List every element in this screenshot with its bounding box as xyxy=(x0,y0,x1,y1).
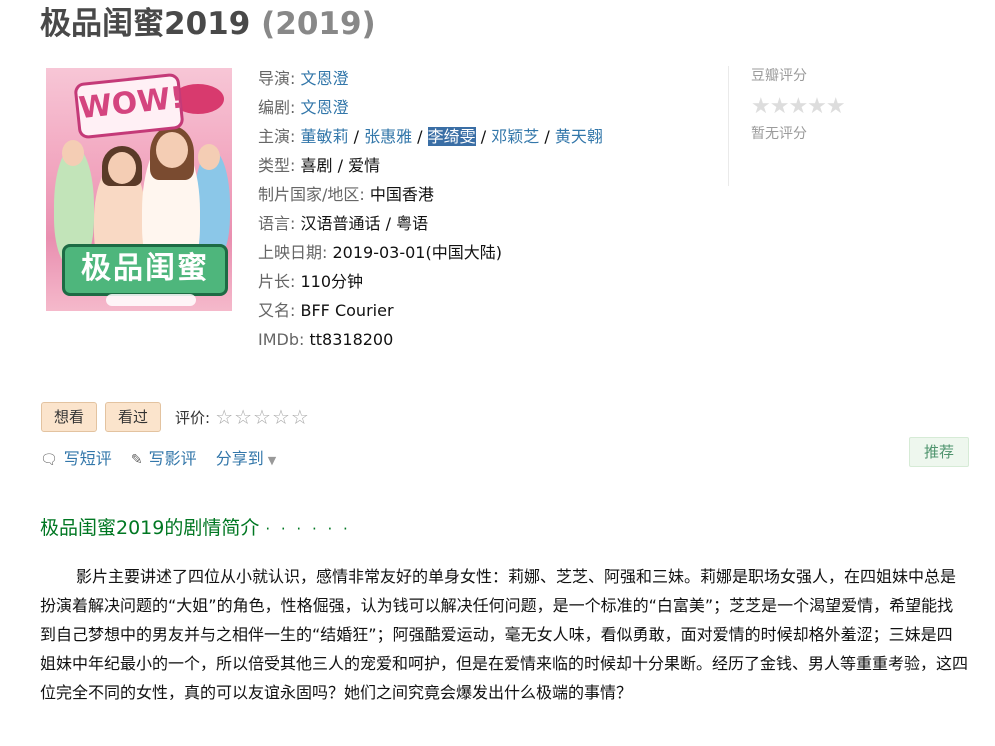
poster-logo: 极品闺蜜 xyxy=(62,244,228,296)
cast-link[interactable]: 董敏莉 xyxy=(301,127,349,146)
country-row: 制片国家/地区: 中国香港 xyxy=(258,180,603,209)
summary-dots: · · · · · · xyxy=(265,520,351,538)
runtime-value: 110分钟 xyxy=(300,272,364,291)
genre-row: 类型: 喜剧 / 爱情 xyxy=(258,151,603,180)
write-short-review-label: 写短评 xyxy=(63,449,112,468)
country-value: 中国香港 xyxy=(369,185,434,204)
recommend-button[interactable]: 推荐 xyxy=(909,437,969,467)
rating-stars-icon: ★★★★★ xyxy=(751,94,846,119)
rate-label: 评价: xyxy=(175,408,211,427)
watched-button[interactable]: 看过 xyxy=(105,402,162,432)
director-row: 导演: 文恩澄 xyxy=(258,64,603,93)
runtime-row: 片长: 110分钟 xyxy=(258,267,603,296)
share-label: 分享到 xyxy=(215,449,264,468)
runtime-label: 片长: xyxy=(258,272,296,291)
director-label: 导演: xyxy=(258,69,296,88)
plot-summary: 影片主要讲述了四位从小就认识，感情非常友好的单身女性：莉娜、芝芝、阿强和三妹。莉… xyxy=(40,567,969,702)
summary-heading: 极品闺蜜2019的剧情简介 · · · · · · xyxy=(40,514,351,543)
caret-down-icon: ▼ xyxy=(267,454,277,467)
writer-row: 编剧: 文恩澄 xyxy=(258,93,603,122)
write-review-label: 写影评 xyxy=(148,449,197,468)
imdb-label: IMDb: xyxy=(258,330,305,349)
action-bar: 想看 看过 评价: ☆☆☆☆☆ xyxy=(41,402,310,434)
cast-link[interactable]: 黄天翱 xyxy=(555,127,603,146)
poster-face xyxy=(198,144,220,170)
cast-link-selected[interactable]: 李绮雯 xyxy=(427,127,476,146)
write-short-review-link[interactable]: 🗨︎ 写短评 xyxy=(40,447,112,472)
release-row: 上映日期: 2019-03-01(中国大陆) xyxy=(258,238,603,267)
writer-link[interactable]: 文恩澄 xyxy=(301,98,349,117)
summary-title: 极品闺蜜2019的剧情简介 xyxy=(40,517,260,539)
rate-stars-input[interactable]: ☆☆☆☆☆ xyxy=(215,405,310,429)
writer-label: 编剧: xyxy=(258,98,296,117)
page-title: 极品闺蜜2019 (2019) xyxy=(40,2,376,46)
want-to-watch-button[interactable]: 想看 xyxy=(41,402,98,432)
release-value: 2019-03-01(中国大陆) xyxy=(332,243,502,262)
release-label: 上映日期: xyxy=(258,243,328,262)
poster-face xyxy=(156,132,188,168)
movie-poster[interactable]: WOW! 极品闺蜜 xyxy=(46,68,232,311)
poster-face xyxy=(108,152,136,184)
movie-info: 导演: 文恩澄 编剧: 文恩澄 主演: 董敏莉 / 张惠雅 / 李绮雯 / 邓颖… xyxy=(258,64,603,354)
cast-row: 主演: 董敏莉 / 张惠雅 / 李绮雯 / 邓颖芝 / 黄天翱 xyxy=(258,127,603,146)
genre-label: 类型: xyxy=(258,156,296,175)
no-rating-text: 暂无评分 xyxy=(751,126,807,142)
language-row: 语言: 汉语普通话 / 粤语 xyxy=(258,209,603,238)
cast-label: 主演: xyxy=(258,127,296,146)
douban-rating-box: 豆瓣评分 ★★★★★ 暂无评分 xyxy=(728,66,891,186)
aka-row: 又名: BFF Courier xyxy=(258,296,603,325)
movie-year: (2019) xyxy=(261,6,376,42)
genre-value: 喜剧 / 爱情 xyxy=(300,156,381,175)
write-review-link[interactable]: ✎ 写影评 xyxy=(131,447,197,472)
director-link[interactable]: 文恩澄 xyxy=(301,69,349,88)
cast-link[interactable]: 张惠雅 xyxy=(364,127,412,146)
aka-label: 又名: xyxy=(258,301,296,320)
poster-face xyxy=(62,140,84,166)
cast-link[interactable]: 邓颖芝 xyxy=(491,127,539,146)
imdb-value: tt8318200 xyxy=(309,330,394,349)
imdb-row: IMDb: tt8318200 xyxy=(258,325,603,354)
movie-title: 极品闺蜜2019 xyxy=(40,6,251,42)
share-dropdown[interactable]: 分享到 ▼ xyxy=(216,447,276,473)
language-label: 语言: xyxy=(258,214,296,233)
pencil-icon: ✎ xyxy=(130,452,143,468)
review-links: 🗨︎ 写短评 ✎ 写影评 分享到 ▼ xyxy=(40,447,290,473)
country-label: 制片国家/地区: xyxy=(258,185,365,204)
poster-wow-text: WOW! xyxy=(73,72,186,140)
language-value: 汉语普通话 / 粤语 xyxy=(300,214,429,233)
poster-subtitle-bar xyxy=(106,294,196,306)
douban-rating-label: 豆瓣评分 xyxy=(751,68,807,84)
comment-icon: 🗨︎ xyxy=(40,452,58,468)
aka-value: BFF Courier xyxy=(300,301,394,320)
